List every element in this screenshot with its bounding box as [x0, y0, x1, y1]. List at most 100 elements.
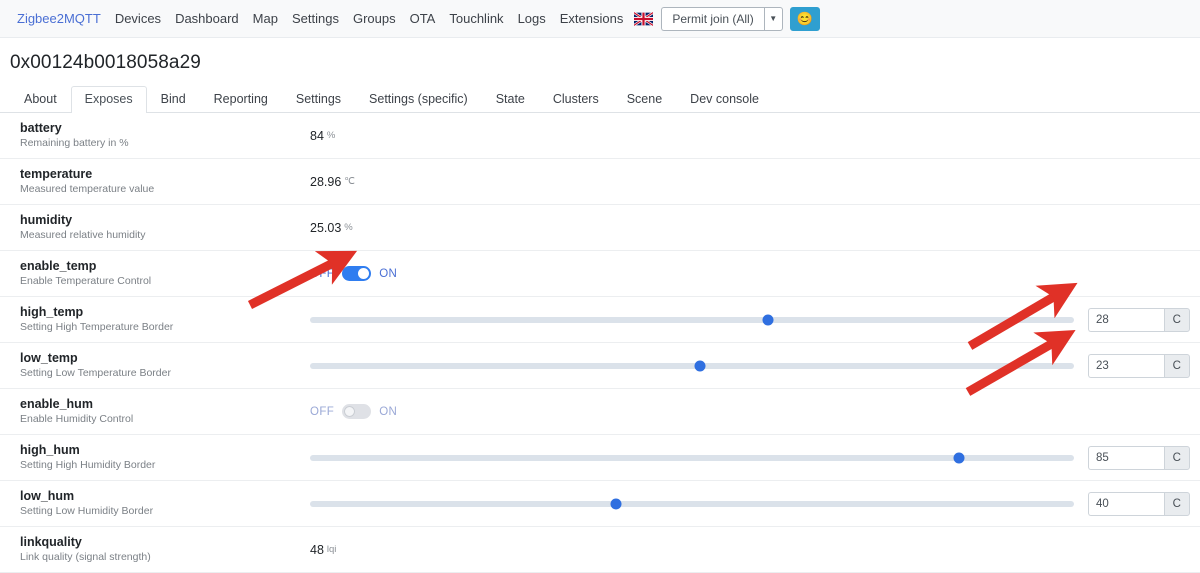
expose-name: high_hum: [20, 443, 80, 457]
expose-value-linkquality: 48 lqi: [310, 543, 1190, 557]
page-title: 0x00124b0018058a29: [10, 52, 201, 73]
nav-link-dashboard[interactable]: Dashboard: [168, 11, 246, 26]
expose-row-enable-hum: enable_hum Enable Humidity Control OFF O…: [0, 389, 1200, 435]
expose-description: Measured temperature value: [20, 183, 155, 195]
expose-description: Enable Humidity Control: [20, 413, 134, 425]
tab-clusters[interactable]: Clusters: [539, 86, 613, 113]
nav-link-groups[interactable]: Groups: [346, 11, 403, 26]
nav-link-logs[interactable]: Logs: [511, 11, 553, 26]
expose-label-battery: battery Remaining battery in %: [20, 113, 310, 158]
toggle-off-label: OFF: [310, 267, 335, 280]
expose-label-temperature: temperature Measured temperature value: [20, 159, 310, 204]
chevron-down-icon[interactable]: ▼: [763, 6, 783, 31]
uk-flag-icon[interactable]: [634, 11, 654, 26]
toggle-knob: [344, 406, 356, 417]
slider-thumb[interactable]: [762, 314, 774, 325]
expose-description: Setting Low Humidity Border: [20, 505, 154, 517]
expose-label-low-temp: low_temp Setting Low Temperature Border: [20, 343, 310, 388]
nav-link-devices[interactable]: Devices: [108, 11, 168, 26]
expose-row-high-temp: high_temp Setting High Temperature Borde…: [0, 297, 1200, 343]
nav-link-touchlink[interactable]: Touchlink: [442, 11, 510, 26]
expose-row-humidity: humidity Measured relative humidity 25.0…: [0, 205, 1200, 251]
navbar-brand[interactable]: Zigbee2MQTT: [10, 11, 108, 26]
toggle-knob: [358, 268, 370, 279]
low-hum-input[interactable]: [1088, 491, 1164, 516]
high-hum-number-group: C: [1088, 445, 1190, 470]
expose-control-low-hum: C: [310, 491, 1190, 516]
device-tabs: About Exposes Bind Reporting Settings Se…: [0, 85, 1200, 113]
enable-temp-toggle[interactable]: [342, 266, 372, 281]
exposes-list: battery Remaining battery in % 84 % temp…: [0, 113, 1200, 573]
expose-description: Enable Temperature Control: [20, 275, 152, 287]
expose-name: high_temp: [20, 305, 84, 319]
nav-link-extensions[interactable]: Extensions: [553, 11, 631, 26]
low-hum-slider[interactable]: [310, 498, 1074, 509]
low-hum-number-group: C: [1088, 491, 1190, 516]
expose-value-temperature: 28.96 ℃: [310, 175, 1190, 189]
nav-link-settings[interactable]: Settings: [285, 11, 346, 26]
low-temp-slider[interactable]: [310, 360, 1074, 371]
expose-description: Link quality (signal strength): [20, 551, 151, 563]
high-temp-number-group: C: [1088, 307, 1190, 332]
expose-control-enable-hum: OFF ON: [310, 404, 1190, 419]
expose-control-low-temp: C: [310, 353, 1190, 378]
toggle-off-label: OFF: [310, 405, 335, 418]
tab-scene[interactable]: Scene: [613, 86, 676, 113]
low-temp-number-group: C: [1088, 353, 1190, 378]
expose-name: linkquality: [20, 535, 82, 549]
high-temp-input[interactable]: [1088, 307, 1164, 332]
slider-thumb[interactable]: [610, 498, 622, 509]
smiley-icon[interactable]: 😊: [789, 6, 820, 31]
slider-thumb[interactable]: [694, 360, 706, 371]
tab-settings[interactable]: Settings: [282, 86, 355, 113]
high-hum-slider[interactable]: [310, 452, 1074, 463]
tab-reporting[interactable]: Reporting: [200, 86, 282, 113]
expose-row-battery: battery Remaining battery in % 84 %: [0, 113, 1200, 159]
expose-name: low_temp: [20, 351, 78, 365]
expose-label-linkquality: linkquality Link quality (signal strengt…: [20, 527, 310, 572]
tab-dev-console[interactable]: Dev console: [676, 86, 773, 113]
tab-bind[interactable]: Bind: [147, 86, 200, 113]
expose-label-high-temp: high_temp Setting High Temperature Borde…: [20, 297, 310, 342]
expose-control-high-temp: C: [310, 307, 1190, 332]
high-hum-input[interactable]: [1088, 445, 1164, 470]
expose-description: Measured relative humidity: [20, 229, 146, 241]
tab-about[interactable]: About: [10, 86, 71, 113]
expose-row-temperature: temperature Measured temperature value 2…: [0, 159, 1200, 205]
nav-link-ota[interactable]: OTA: [403, 11, 443, 26]
high-temp-unit: C: [1163, 307, 1190, 332]
high-hum-unit: C: [1163, 445, 1190, 470]
enable-hum-toggle[interactable]: [342, 404, 372, 419]
value-unit: %: [326, 130, 336, 141]
low-temp-input[interactable]: [1088, 353, 1164, 378]
expose-name: enable_temp: [20, 259, 97, 273]
expose-description: Setting High Temperature Border: [20, 321, 174, 333]
tab-exposes[interactable]: Exposes: [70, 86, 147, 113]
expose-row-enable-temp: enable_temp Enable Temperature Control O…: [0, 251, 1200, 297]
expose-row-low-temp: low_temp Setting Low Temperature Border …: [0, 343, 1200, 389]
tab-state[interactable]: State: [482, 86, 539, 113]
expose-row-low-hum: low_hum Setting Low Humidity Border C: [0, 481, 1200, 527]
high-temp-slider[interactable]: [310, 314, 1074, 325]
expose-name: low_hum: [20, 489, 75, 503]
value-number: 84: [310, 128, 324, 143]
expose-label-enable-hum: enable_hum Enable Humidity Control: [20, 389, 310, 434]
expose-value-battery: 84 %: [310, 129, 1190, 143]
expose-name: battery: [20, 121, 62, 135]
top-navbar: Zigbee2MQTT Devices Dashboard Map Settin…: [0, 0, 1200, 38]
tab-settings-specific[interactable]: Settings (specific): [355, 86, 482, 113]
nav-link-map[interactable]: Map: [246, 11, 285, 26]
permit-join-button[interactable]: Permit join (All): [661, 6, 764, 31]
value-number: 48: [310, 542, 324, 557]
expose-value-humidity: 25.03 %: [310, 221, 1190, 235]
expose-label-high-hum: high_hum Setting High Humidity Border: [20, 435, 310, 480]
slider-thumb[interactable]: [953, 452, 965, 463]
low-hum-unit: C: [1163, 491, 1190, 516]
expose-description: Setting Low Temperature Border: [20, 367, 171, 379]
permit-join-control: Permit join (All) ▼: [661, 6, 783, 31]
expose-name: humidity: [20, 213, 73, 227]
value-number: 28.96: [310, 174, 342, 189]
value-number: 25.03: [310, 220, 342, 235]
expose-description: Setting High Humidity Border: [20, 459, 156, 471]
expose-label-humidity: humidity Measured relative humidity: [20, 205, 310, 250]
